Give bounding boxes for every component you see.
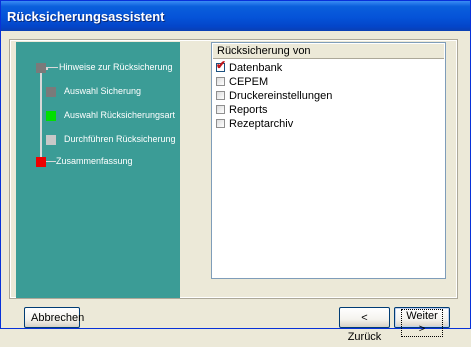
- step-1-label: Hinweise zur Rücksicherung: [59, 62, 173, 72]
- step-1-indicator: [36, 63, 46, 73]
- step-4-label: Durchführen Rücksicherung: [64, 134, 176, 144]
- list-item-druckereinstellungen[interactable]: Druckereinstellungen: [216, 89, 332, 103]
- checkbox-rezeptarchiv[interactable]: [216, 119, 225, 128]
- checkbox-cepem[interactable]: [216, 77, 225, 86]
- list-item-label: Datenbank: [229, 62, 283, 74]
- checkbox-druckereinstellungen[interactable]: [216, 91, 225, 100]
- back-button[interactable]: < Zurück: [339, 307, 390, 343]
- checkbox-datenbank[interactable]: ✔: [216, 59, 226, 72]
- window-title: Rücksicherungsassistent: [7, 9, 165, 24]
- list-item-rezeptarchiv[interactable]: Rezeptarchiv: [216, 117, 293, 131]
- list-item-label: CEPEM: [229, 76, 269, 88]
- list-header: Rücksicherung von: [213, 44, 444, 59]
- next-button-label: Weiter >: [401, 309, 443, 337]
- step-5-indicator: [36, 157, 46, 167]
- checkbox-reports[interactable]: [216, 105, 225, 114]
- list-item-datenbank[interactable]: ✔ Datenbank: [216, 59, 283, 75]
- step-2-label: Auswahl Sicherung: [64, 86, 142, 96]
- step-1-tick: [46, 67, 58, 68]
- title-bar[interactable]: Rücksicherungsassistent: [1, 1, 470, 31]
- list-item-label: Reports: [229, 104, 268, 116]
- step-3-label: Auswahl Rücksicherungsart: [64, 110, 176, 120]
- list-item-label: Rezeptarchiv: [229, 118, 294, 130]
- checkmark-icon: ✔: [216, 58, 227, 72]
- restore-source-list[interactable]: Rücksicherung von ✔ Datenbank CEPEM Druck…: [211, 42, 446, 279]
- cancel-button[interactable]: Abbrechen: [24, 307, 84, 328]
- steps-connector-line: [40, 68, 42, 164]
- list-item-label: Druckereinstellungen: [229, 90, 333, 102]
- next-button[interactable]: Weiter >: [394, 307, 450, 337]
- list-item-cepem[interactable]: CEPEM: [216, 75, 268, 89]
- step-2-indicator: [46, 87, 56, 97]
- step-4-indicator: [46, 135, 56, 145]
- step-5-label: Zusammenfassung: [56, 156, 133, 166]
- step-3-indicator: [46, 111, 56, 121]
- list-item-reports[interactable]: Reports: [216, 103, 268, 117]
- step-5-tick: [46, 161, 56, 162]
- steps-panel: Hinweise zur Rücksicherung Auswahl Siche…: [16, 42, 180, 298]
